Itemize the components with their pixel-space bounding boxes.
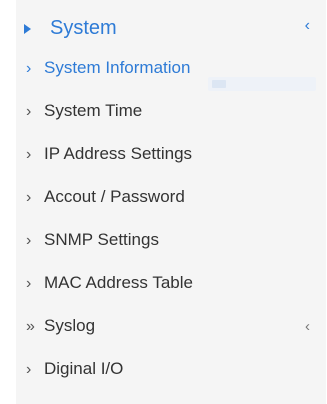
system-section-label: System (50, 17, 117, 39)
sidebar-item-label: Diginal I/O (44, 359, 124, 378)
chevron-right-icon: › (26, 146, 32, 163)
sidebar-item-snmp-settings[interactable]: › SNMP Settings (16, 227, 326, 257)
system-section-header[interactable]: System ‹ (16, 13, 326, 47)
sidebar-item-label: System Time (44, 101, 143, 120)
chevron-right-icon: › (26, 361, 32, 378)
double-chevron-right-icon: » (26, 318, 35, 335)
sidebar-item-syslog[interactable]: » Syslog ‹ (16, 313, 326, 343)
chevron-right-icon: › (26, 189, 32, 206)
sidebar-item-label: Accout / Password (44, 187, 185, 206)
sidebar-item-label: IP Address Settings (44, 144, 193, 163)
sidebar-item-system-time[interactable]: › System Time (16, 98, 326, 128)
chevron-right-icon: › (26, 232, 32, 249)
sidebar-item-label: MAC Address Table (44, 273, 193, 292)
submenu-chevron-icon[interactable]: ‹ (305, 318, 310, 335)
sidebar-item-label: Syslog (44, 316, 96, 335)
sidebar-item-label: SNMP Settings (44, 230, 159, 249)
chevron-right-icon: › (26, 60, 32, 77)
chevron-right-icon: › (26, 275, 32, 292)
triangle-right-icon (24, 24, 31, 34)
sidebar-nav: System ‹ › System Information › System T… (16, 0, 326, 404)
sidebar-item-system-information[interactable]: › System Information (16, 55, 326, 85)
chevron-right-icon: › (26, 103, 32, 120)
sidebar-item-account-password[interactable]: › Accout / Password (16, 184, 326, 214)
sidebar-item-digital-io[interactable]: › Diginal I/O (16, 356, 326, 386)
collapse-chevron-icon[interactable]: ‹ (305, 17, 310, 35)
sidebar-item-label: System Information (44, 58, 191, 77)
sidebar-item-mac-address-table[interactable]: › MAC Address Table (16, 270, 326, 300)
sidebar-item-ip-address-settings[interactable]: › IP Address Settings (16, 141, 326, 171)
